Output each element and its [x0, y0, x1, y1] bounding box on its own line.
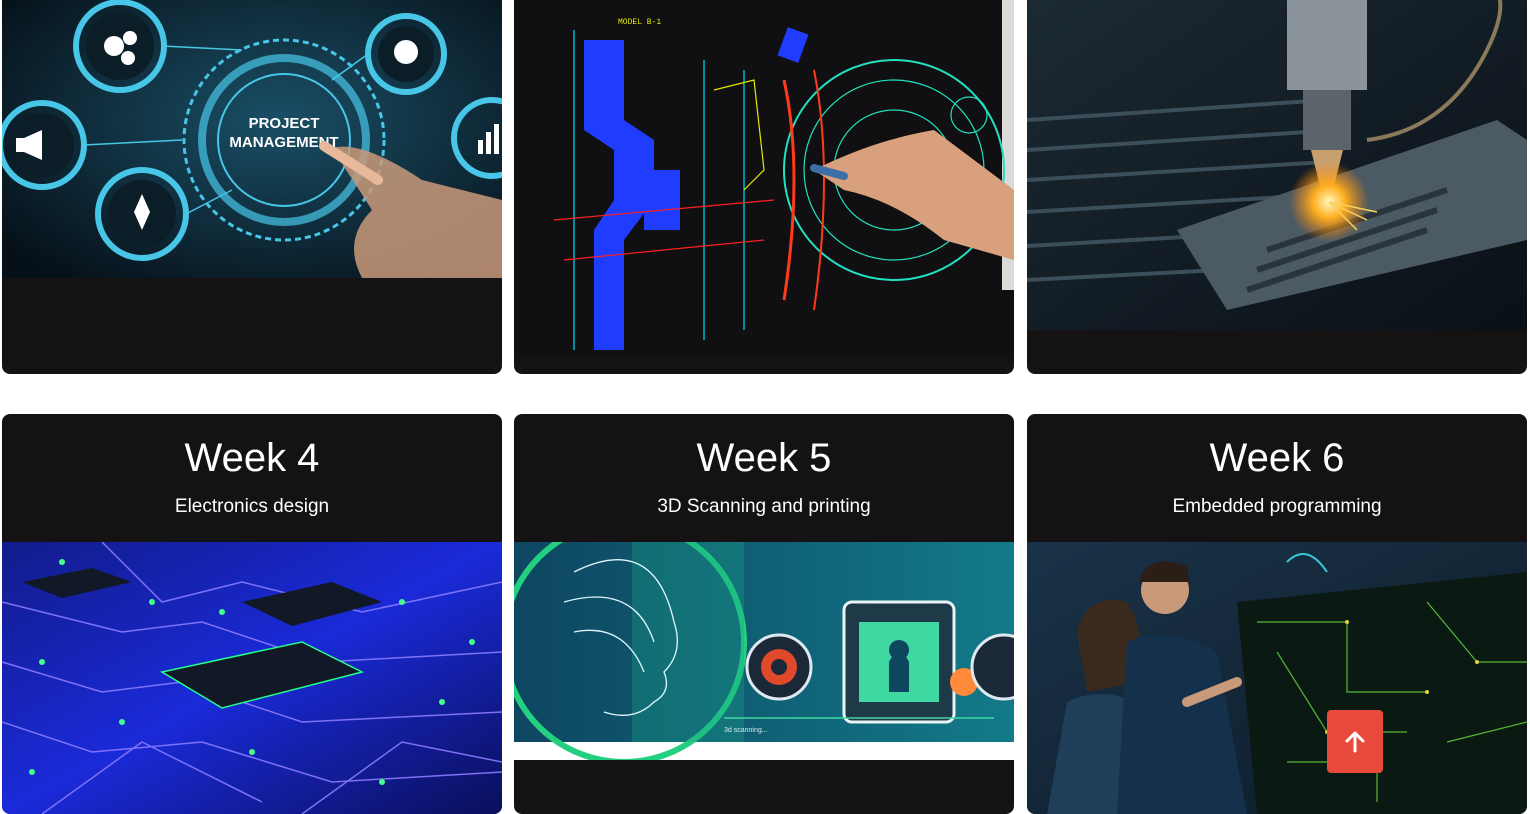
week-title: Week 4	[184, 436, 320, 480]
3d-scanning-image: 3d scanning...	[514, 542, 1014, 760]
week-subtitle: Embedded programming	[1172, 496, 1382, 517]
week-card[interactable]: Week 6 Embedded programming	[1027, 414, 1527, 814]
circuit-board-image	[2, 542, 502, 814]
week-card[interactable]: Week 4 Electronics design	[2, 414, 502, 814]
week-title: Week 6	[1209, 436, 1345, 480]
project-image-line1: PROJECT	[249, 115, 320, 132]
week-subtitle: 3D Scanning and printing	[657, 496, 871, 517]
week-card[interactable]: Week 5 3D Scanning and printing 3d scann…	[514, 414, 1014, 814]
embedded-programming-image	[1027, 542, 1527, 814]
arrow-up-icon	[1345, 731, 1365, 752]
week-subtitle: Electronics design	[174, 496, 330, 517]
cad-drawing-image: MODEL B-1	[514, 0, 1014, 354]
scan-image-label: 3d scanning...	[724, 727, 768, 734]
laser-cutting-image	[1027, 0, 1527, 330]
week-title: Week 5	[696, 436, 832, 480]
project-card[interactable]: PROJECT MANAGEMENT	[2, 0, 502, 374]
project-management-image: PROJECT MANAGEMENT	[2, 0, 502, 278]
scroll-to-top-button[interactable]	[1327, 710, 1383, 773]
laser-card[interactable]	[1027, 0, 1527, 374]
cad-image-label: MODEL B-1	[618, 18, 661, 27]
cad-card[interactable]: MODEL B-1	[514, 0, 1014, 374]
